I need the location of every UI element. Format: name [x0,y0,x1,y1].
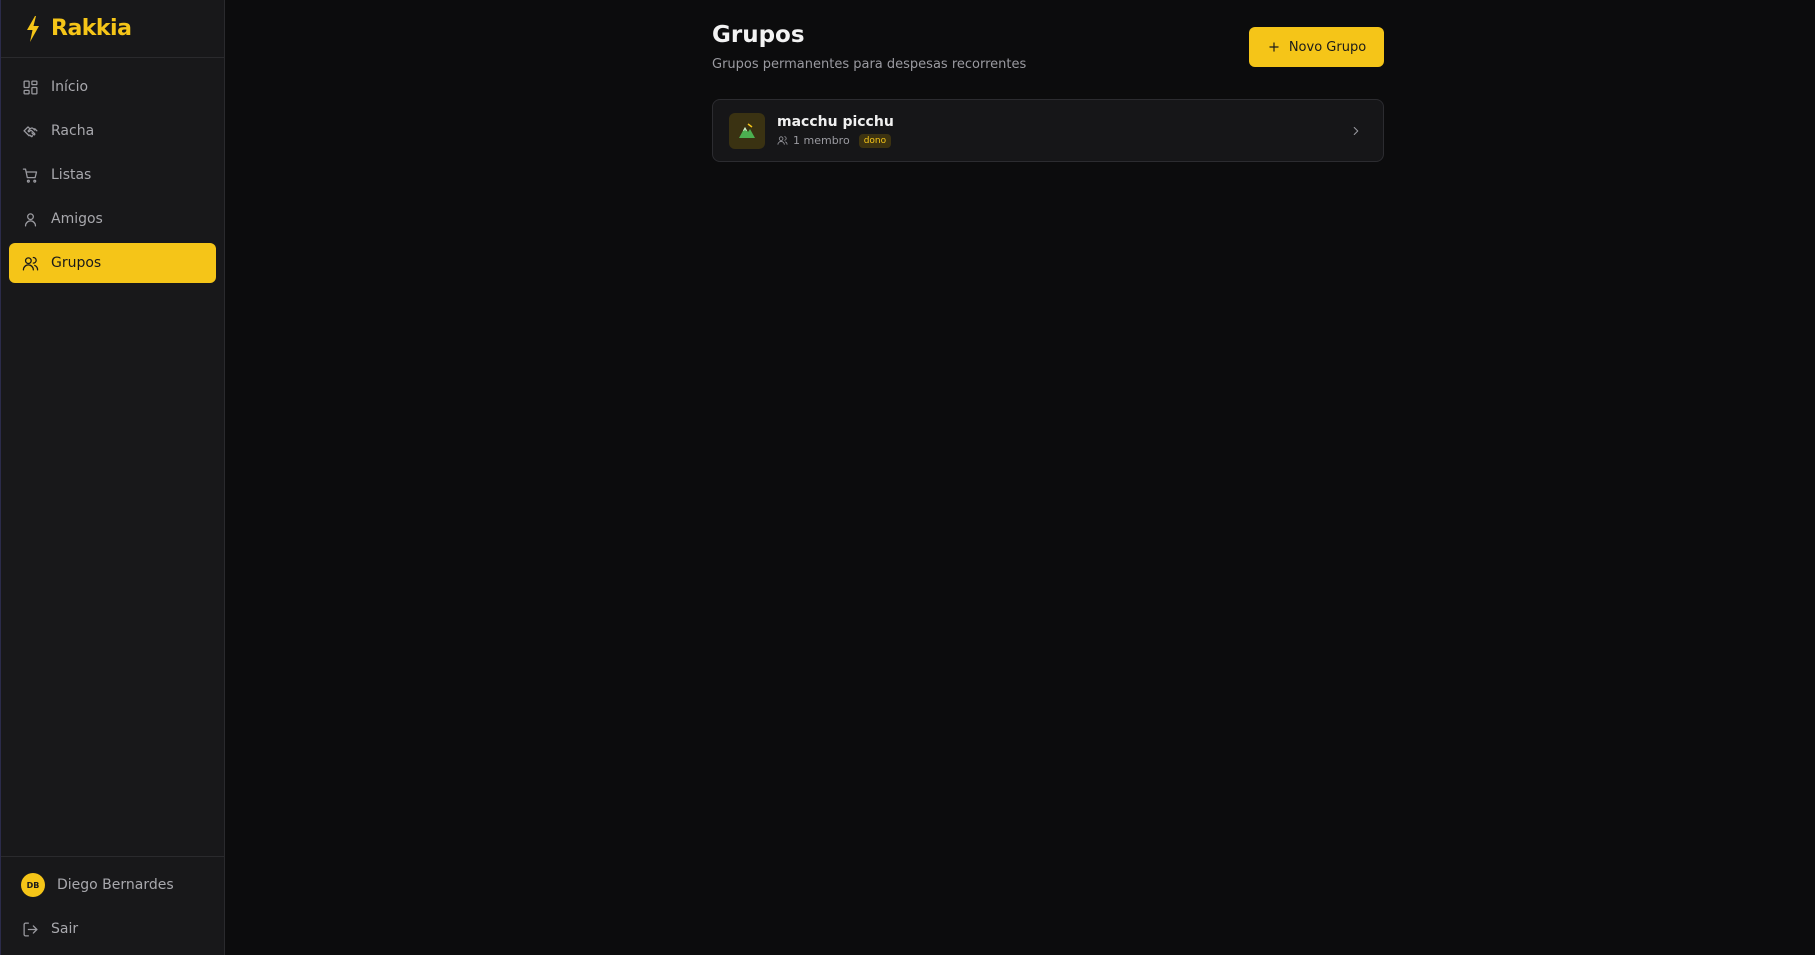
plus-icon [1269,42,1279,52]
group-meta: 1 membro dono [777,133,894,148]
cart-icon [22,167,38,183]
sidebar-item-label: Amigos [51,211,103,227]
sidebar-item-label: Grupos [51,255,102,271]
user-icon [24,212,37,227]
sidebar-nav: Início Racha Listas Amigos Grupos [1,58,224,296]
mountain-icon [739,122,755,138]
page-header: Grupos Grupos permanentes para despesas … [712,0,1384,99]
group-card[interactable]: macchu picchu 1 membro dono [712,99,1384,162]
group-name: macchu picchu [777,113,894,130]
users-icon [22,256,39,271]
member-count: 1 membro [793,134,850,147]
sidebar-item-label: Listas [51,167,92,183]
lightning-icon [27,15,39,42]
avatar: DB [21,873,45,897]
sidebar-item-grupos[interactable]: Grupos [9,243,216,283]
logout-label: Sair [51,921,79,937]
new-group-button[interactable]: Novo Grupo [1249,27,1384,67]
role-badge: dono [858,133,892,148]
users-icon [777,136,788,145]
new-group-label: Novo Grupo [1288,39,1367,55]
dashboard-icon [23,79,38,95]
logout-button[interactable]: Sair [9,909,216,949]
page-title: Grupos [712,22,805,48]
user-profile[interactable]: DB Diego Bernardes [9,865,216,905]
user-name: Diego Bernardes [57,877,174,893]
group-info: macchu picchu 1 membro dono [777,114,894,148]
sidebar-item-label: Racha [51,123,95,139]
sidebar-item-listas[interactable]: Listas [9,155,216,195]
handshake-icon [23,125,38,137]
sidebar-item-racha[interactable]: Racha [9,111,216,151]
sidebar-item-inicio[interactable]: Início [9,67,216,107]
sidebar: Rakkia Início Racha Listas Amigos Grupos… [0,0,225,955]
logout-icon [23,921,38,937]
sidebar-footer: DB Diego Bernardes Sair [1,856,224,955]
brand[interactable]: Rakkia [1,0,224,58]
brand-name: Rakkia [51,16,132,41]
sidebar-item-label: Início [51,79,89,95]
main-content: Grupos Grupos permanentes para despesas … [712,0,1384,162]
chevron-right-icon [1353,126,1359,136]
sidebar-item-amigos[interactable]: Amigos [9,199,216,239]
page-subtitle: Grupos permanentes para despesas recorre… [712,57,1027,72]
group-avatar [729,112,765,149]
